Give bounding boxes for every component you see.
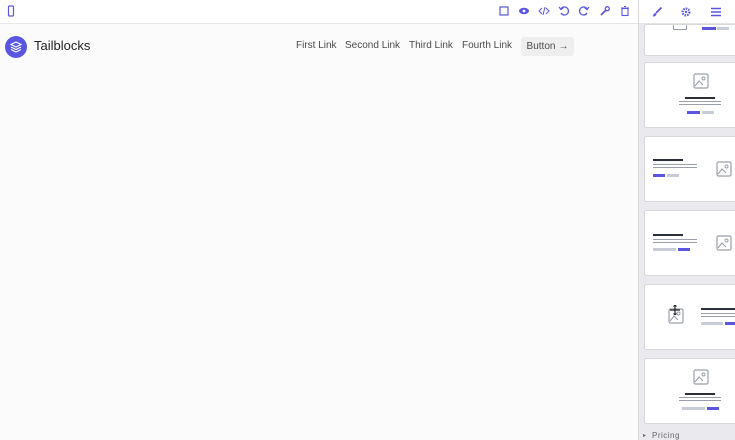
caret-right-icon[interactable]: ▸ xyxy=(643,432,646,439)
block-thumbnail[interactable] xyxy=(644,210,735,276)
move-cursor-icon xyxy=(670,305,680,315)
thumb-bar xyxy=(702,27,716,30)
thumb-bar xyxy=(717,27,729,30)
gear-icon[interactable] xyxy=(679,5,693,19)
thumb-line xyxy=(653,167,697,168)
stack-logo-icon xyxy=(5,36,27,58)
nav-link-second[interactable]: Second Link xyxy=(345,40,400,51)
sidebar-section-pricing[interactable]: Pricing xyxy=(652,431,680,440)
thumb-line xyxy=(679,397,721,398)
redo-icon[interactable] xyxy=(577,4,591,18)
mobile-device-icon[interactable] xyxy=(4,4,18,18)
arrow-right-icon: → xyxy=(558,41,569,52)
thumb-bar xyxy=(701,322,723,325)
image-icon xyxy=(693,73,709,89)
thumb-line xyxy=(653,239,697,240)
menu-icon[interactable] xyxy=(709,5,723,19)
thumb-bar xyxy=(687,111,700,114)
editor-canvas[interactable]: Tailblocks First Link Second Link Third … xyxy=(0,24,638,440)
thumb-line xyxy=(701,308,735,310)
wrench-icon[interactable] xyxy=(598,4,612,18)
thumb-line xyxy=(653,164,697,165)
thumb-bar xyxy=(653,174,665,177)
blocks-sidebar xyxy=(638,0,735,440)
sidebar-toolbar xyxy=(639,0,735,24)
block-thumbnail[interactable] xyxy=(644,284,735,350)
trash-icon[interactable] xyxy=(618,4,632,18)
thumb-bar xyxy=(702,111,714,114)
thumb-line xyxy=(685,393,715,395)
preview-eye-icon[interactable] xyxy=(517,4,531,18)
block-thumbnail[interactable] xyxy=(644,24,735,56)
image-icon xyxy=(716,161,732,177)
nav-link-fourth[interactable]: Fourth Link xyxy=(462,40,512,51)
nav-button[interactable]: Button → xyxy=(521,37,574,56)
thumb-line xyxy=(701,316,735,317)
thumb-bar xyxy=(667,174,679,177)
nav-link-third[interactable]: Third Link xyxy=(409,40,453,51)
brush-icon[interactable] xyxy=(650,5,664,19)
code-view-icon[interactable] xyxy=(537,4,551,18)
thumb-line xyxy=(679,101,721,102)
thumb-line xyxy=(653,242,697,243)
thumb-line xyxy=(679,400,721,401)
nav-link-first[interactable]: First Link xyxy=(296,40,337,51)
editor-toolbar xyxy=(0,0,638,24)
image-icon xyxy=(716,235,732,251)
thumb-line xyxy=(685,97,715,99)
select-square-icon[interactable] xyxy=(497,4,511,18)
thumb-bar xyxy=(682,407,705,410)
thumb-line xyxy=(701,313,735,314)
nav-button-label: Button xyxy=(526,41,556,52)
thumb-bar xyxy=(653,248,676,251)
image-icon xyxy=(673,25,687,30)
thumb-line xyxy=(653,234,683,236)
block-thumbnail[interactable] xyxy=(644,358,735,424)
thumb-bar xyxy=(678,248,690,251)
undo-icon[interactable] xyxy=(557,4,571,18)
image-icon xyxy=(693,369,709,385)
block-thumbnail[interactable] xyxy=(644,62,735,128)
thumb-bar xyxy=(707,407,719,410)
thumb-line xyxy=(679,104,721,105)
brand-name: Tailblocks xyxy=(34,38,91,53)
thumb-bar xyxy=(725,322,735,325)
thumb-line xyxy=(653,159,683,161)
block-thumbnail[interactable] xyxy=(644,136,735,202)
